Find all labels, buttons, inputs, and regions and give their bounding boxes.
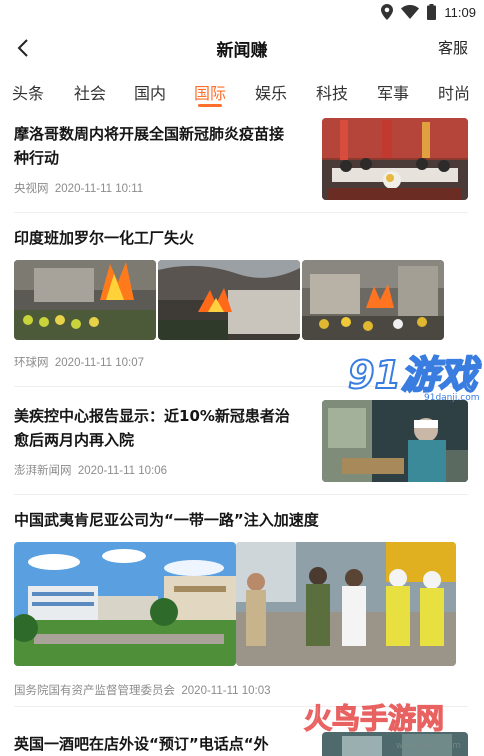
divider <box>14 494 468 495</box>
news-title: 中国武夷肯尼亚公司为“一带一路”注入加速度 <box>14 511 319 529</box>
news-thumbnail <box>302 260 444 340</box>
customer-service-button[interactable]: 客服 <box>438 37 468 58</box>
news-title: 英国一酒吧在店外设“预订”电话点“外 <box>14 735 269 753</box>
tab-international[interactable]: 国际 <box>194 80 226 104</box>
tab-military[interactable]: 军事 <box>377 80 409 104</box>
tab-society[interactable]: 社会 <box>74 80 106 104</box>
news-thumbnail <box>322 400 468 482</box>
news-meta: 国务院国有资产监督管理委员会 2020-11-11 10:03 <box>14 682 270 698</box>
battery-icon <box>427 4 437 20</box>
status-icons: 11:09 <box>381 4 476 20</box>
news-meta: 澎湃新闻网 2020-11-11 10:06 <box>14 462 167 478</box>
watermark-91-url: 91danji.com <box>424 393 479 403</box>
tab-fashion[interactable]: 时尚 <box>438 80 470 104</box>
news-meta: 环球网 2020-11-11 10:07 <box>14 354 144 370</box>
page-title: 新闻赚 <box>216 41 268 61</box>
active-tab-indicator <box>198 104 222 107</box>
news-thumbnail <box>158 260 300 340</box>
news-time: 2020-11-11 10:06 <box>77 465 167 477</box>
news-title: 印度班加罗尔一化工厂失火 <box>14 229 195 247</box>
tab-entertainment[interactable]: 娱乐 <box>255 80 287 104</box>
news-time: 2020-11-11 10:11 <box>54 183 144 195</box>
tab-domestic[interactable]: 国内 <box>134 80 166 104</box>
news-title-line: 愈后两月内再入院 <box>14 431 135 449</box>
news-item[interactable]: 中国武夷肯尼亚公司为“一带一路”注入加速度 国务院国有资产监督管理委员会 202… <box>14 508 468 697</box>
tab-technology[interactable]: 科技 <box>316 80 348 104</box>
news-item[interactable]: 美疾控中心报告显示：近10%新冠患者治 愈后两月内再入院 澎湃新闻网 2020-… <box>14 400 468 486</box>
news-item[interactable]: 摩洛哥数周内将开展全国新冠肺炎疫苗接 种行动 央视网 2020-11-11 10… <box>14 118 468 204</box>
watermark-hncj-text: 火鸟手游网 <box>304 702 444 735</box>
news-thumbnail <box>322 118 468 200</box>
watermark-91-number: 91游戏 <box>348 353 482 397</box>
news-title-line: 种行动 <box>14 149 60 167</box>
news-time: 2020-11-11 10:03 <box>181 685 271 697</box>
news-title-line: 摩洛哥数周内将开展全国新冠肺炎疫苗接 <box>14 125 285 143</box>
wifi-icon <box>401 5 420 19</box>
watermark-91-logo: 91游戏 91danji.com <box>346 348 483 404</box>
status-bar: 11:09 <box>0 0 484 26</box>
news-source: 国务院国有资产监督管理委员会 <box>14 685 175 697</box>
news-title: 美疾控中心报告显示：近10%新冠患者治 愈后两月内再入院 <box>14 404 310 452</box>
location-icon <box>381 4 394 20</box>
news-thumbnail <box>236 542 456 666</box>
category-tabs: 头条 社会 国内 国际 娱乐 科技 军事 时尚 <box>0 74 484 110</box>
divider <box>14 212 468 213</box>
news-thumbnail <box>14 542 236 666</box>
news-thumbnail <box>14 260 156 340</box>
watermark-hncj-url: www.hncj.com <box>396 741 461 751</box>
news-title: 摩洛哥数周内将开展全国新冠肺炎疫苗接 种行动 <box>14 122 310 170</box>
tab-headline[interactable]: 头条 <box>12 80 44 104</box>
status-time: 11:09 <box>444 4 476 20</box>
news-title-line: 美疾控中心报告显示：近10%新冠患者治 <box>14 407 290 425</box>
news-source: 环球网 <box>14 357 49 369</box>
app-header: 新闻赚 客服 <box>0 26 484 70</box>
news-time: 2020-11-11 10:07 <box>54 357 144 369</box>
watermark-hncj-logo: 火鸟手游网 www.hncj.com <box>300 692 484 756</box>
news-meta: 央视网 2020-11-11 10:11 <box>14 180 143 196</box>
news-source: 澎湃新闻网 <box>14 465 72 477</box>
news-source: 央视网 <box>14 183 49 195</box>
